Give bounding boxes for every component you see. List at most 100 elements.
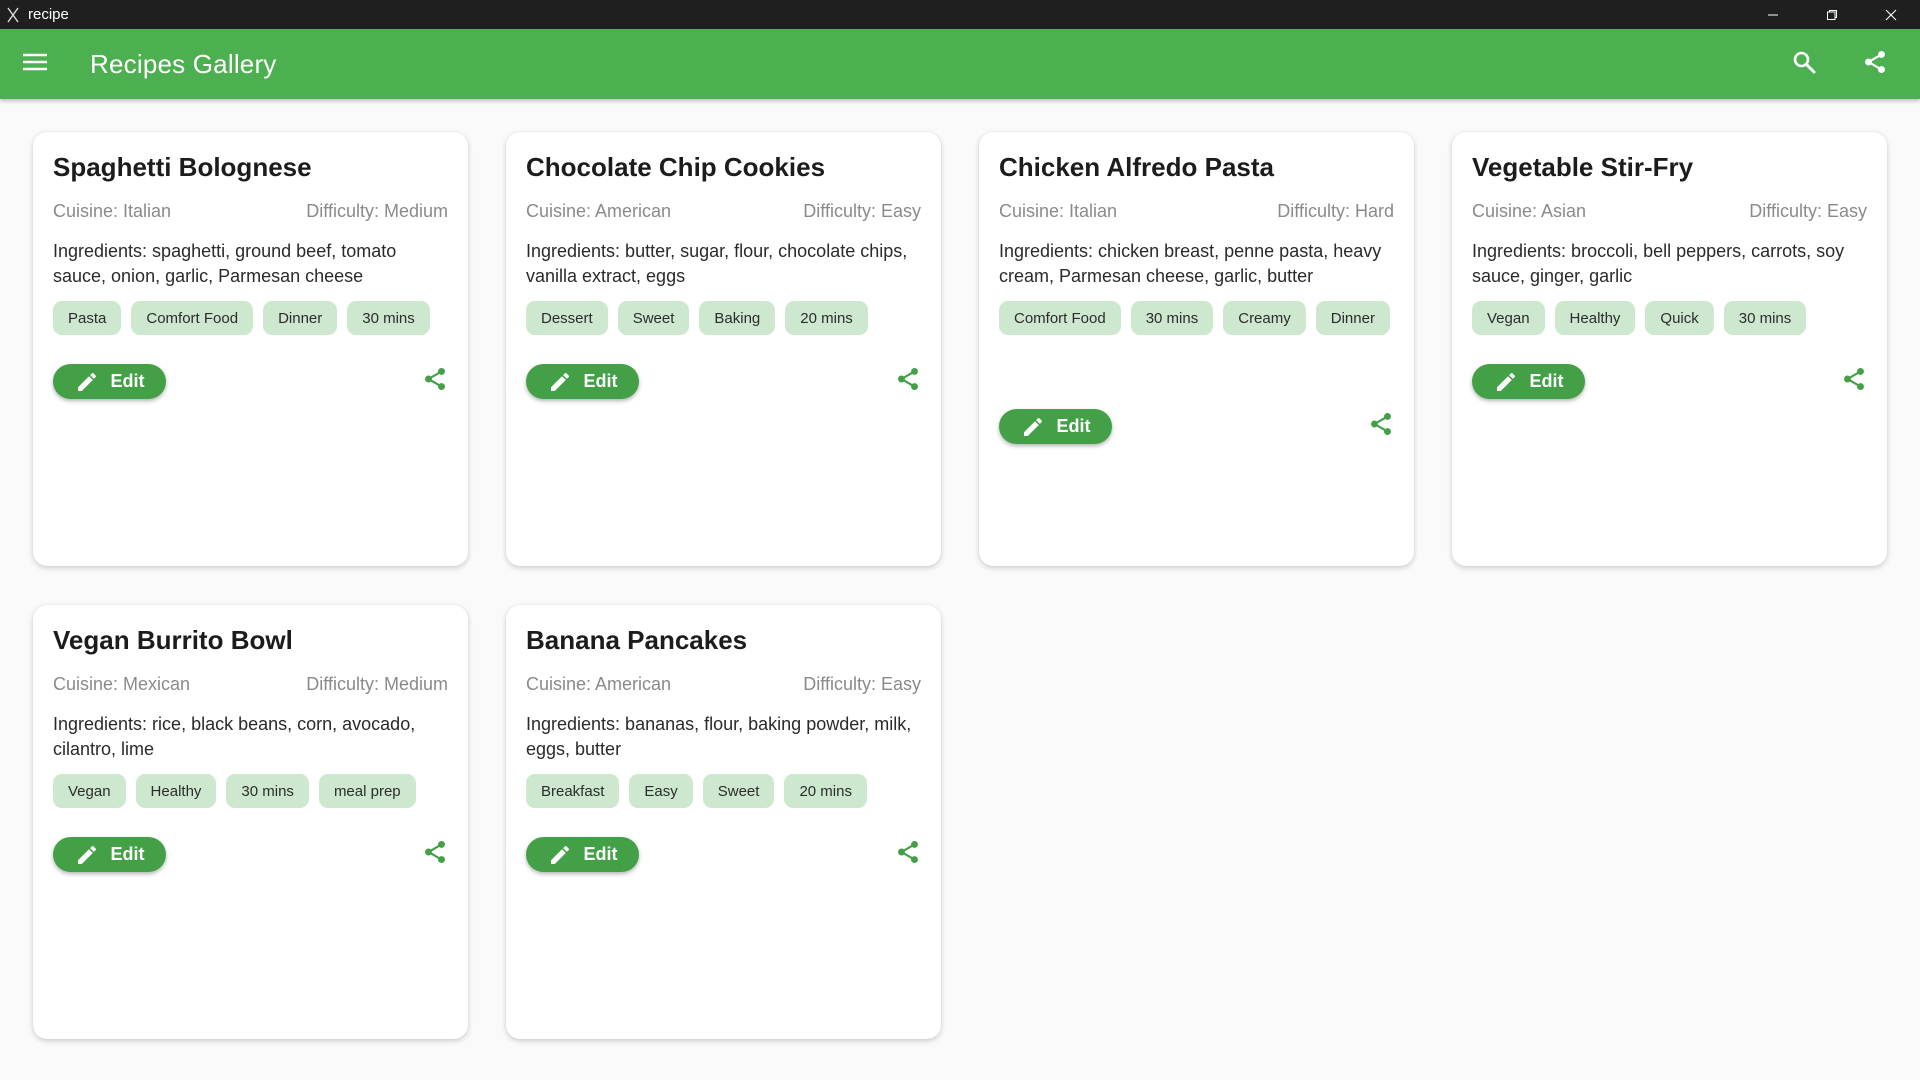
- recipe-ingredients: Ingredients: broccoli, bell peppers, car…: [1472, 241, 1845, 286]
- recipe-title: Vegan Burrito Bowl: [53, 625, 293, 655]
- recipe-title: Chicken Alfredo Pasta: [999, 152, 1275, 182]
- tag-chip[interactable]: Creamy: [1223, 301, 1306, 335]
- recipe-card: Spaghetti Bolognese Cuisine: Italian Dif…: [33, 132, 468, 566]
- recipe-cuisine: Cuisine: Italian: [999, 201, 1118, 221]
- share-icon: [1368, 411, 1394, 442]
- card-share-button[interactable]: [1364, 410, 1398, 444]
- search-icon: [1792, 50, 1816, 79]
- tag-chip[interactable]: Healthy: [1554, 301, 1636, 335]
- recipe-title: Vegetable Stir-Fry: [1472, 152, 1694, 182]
- recipe-card: Chicken Alfredo Pasta Cuisine: Italian D…: [979, 132, 1414, 566]
- tag-chip[interactable]: Vegan: [53, 774, 126, 808]
- tag-chip[interactable]: Healthy: [135, 774, 217, 808]
- tag-chip[interactable]: 30 mins: [1130, 301, 1214, 335]
- recipe-difficulty: Difficulty: Easy: [803, 674, 921, 694]
- minimize-button[interactable]: [1743, 0, 1802, 29]
- edit-label: Edit: [583, 371, 618, 391]
- recipe-difficulty: Difficulty: Medium: [306, 201, 448, 221]
- edit-button[interactable]: Edit: [53, 837, 166, 872]
- tag-list: Comfort Food 30 mins Creamy Dinner: [999, 301, 1398, 335]
- pencil-icon: [548, 843, 572, 867]
- share-icon: [1841, 366, 1867, 397]
- page-title: Recipes Gallery: [90, 49, 277, 79]
- tag-chip[interactable]: 30 mins: [1723, 301, 1807, 335]
- edit-label: Edit: [110, 371, 145, 391]
- recipe-card: Vegetable Stir-Fry Cuisine: Asian Diffic…: [1452, 132, 1887, 566]
- recipe-card: Vegan Burrito Bowl Cuisine: Mexican Diff…: [33, 605, 468, 1039]
- tag-chip[interactable]: Breakfast: [526, 774, 620, 808]
- tag-chip[interactable]: Pasta: [53, 301, 122, 335]
- search-button[interactable]: [1786, 46, 1822, 82]
- tag-list: Dessert Sweet Baking 20 mins: [526, 301, 925, 335]
- recipe-cuisine: Cuisine: Italian: [53, 201, 172, 221]
- pencil-icon: [1021, 415, 1045, 439]
- share-button[interactable]: [1857, 46, 1893, 82]
- tag-chip[interactable]: Sweet: [702, 774, 775, 808]
- card-share-button[interactable]: [418, 365, 452, 399]
- close-window-button[interactable]: [1861, 0, 1920, 29]
- tag-chip[interactable]: Vegan: [1472, 301, 1545, 335]
- tag-chip[interactable]: 20 mins: [784, 774, 867, 808]
- edit-label: Edit: [583, 844, 618, 864]
- app-bar: Recipes Gallery: [0, 29, 1920, 99]
- card-share-button[interactable]: [1837, 365, 1871, 399]
- recipe-title: Banana Pancakes: [526, 625, 748, 655]
- tag-chip[interactable]: Dinner: [1315, 301, 1390, 335]
- recipe-ingredients: Ingredients: spaghetti, ground beef, tom…: [53, 241, 397, 286]
- window-title: recipe: [28, 6, 69, 23]
- tag-chip[interactable]: 30 mins: [226, 774, 309, 808]
- edit-label: Edit: [1529, 371, 1564, 391]
- tag-chip[interactable]: Easy: [629, 774, 693, 808]
- edit-button[interactable]: Edit: [999, 409, 1112, 444]
- tag-chip[interactable]: Dinner: [263, 301, 338, 335]
- tag-chip[interactable]: Comfort Food: [131, 301, 254, 335]
- tag-chip[interactable]: Baking: [699, 301, 776, 335]
- tag-chip[interactable]: meal prep: [318, 774, 416, 808]
- recipe-title: Chocolate Chip Cookies: [526, 152, 826, 182]
- recipe-card: Banana Pancakes Cuisine: American Diffic…: [506, 605, 941, 1039]
- share-icon: [895, 839, 921, 870]
- pencil-icon: [548, 370, 572, 394]
- recipe-difficulty: Difficulty: Easy: [1749, 201, 1867, 221]
- pencil-icon: [1494, 370, 1518, 394]
- edit-button[interactable]: Edit: [526, 837, 639, 872]
- menu-icon: [23, 52, 47, 77]
- tag-chip[interactable]: Sweet: [617, 301, 690, 335]
- edit-label: Edit: [110, 844, 145, 864]
- edit-button[interactable]: Edit: [53, 364, 166, 399]
- tag-chip[interactable]: Quick: [1645, 301, 1714, 335]
- window-titlebar: recipe: [0, 0, 1920, 29]
- edit-button[interactable]: Edit: [1472, 364, 1585, 399]
- recipe-difficulty: Difficulty: Medium: [306, 674, 448, 694]
- pencil-icon: [75, 370, 99, 394]
- tag-list: Breakfast Easy Sweet 20 mins: [526, 774, 925, 808]
- recipe-cuisine: Cuisine: American: [526, 201, 672, 221]
- share-icon: [1862, 49, 1888, 80]
- recipe-cuisine: Cuisine: Mexican: [53, 674, 191, 694]
- menu-button[interactable]: [17, 46, 53, 82]
- recipe-cuisine: Cuisine: American: [526, 674, 672, 694]
- card-share-button[interactable]: [891, 365, 925, 399]
- share-icon: [422, 366, 448, 397]
- tag-chip[interactable]: Comfort Food: [999, 301, 1121, 335]
- recipe-difficulty: Difficulty: Easy: [803, 201, 921, 221]
- restore-button[interactable]: [1802, 0, 1861, 29]
- recipe-cuisine: Cuisine: Asian: [1472, 201, 1587, 221]
- tag-chip[interactable]: Dessert: [526, 301, 608, 335]
- tag-chip[interactable]: 20 mins: [785, 301, 868, 335]
- tag-chip[interactable]: 30 mins: [347, 301, 430, 335]
- share-icon: [895, 366, 921, 397]
- recipe-card: Chocolate Chip Cookies Cuisine: American…: [506, 132, 941, 566]
- recipe-difficulty: Difficulty: Hard: [1277, 201, 1394, 221]
- recipe-ingredients: Ingredients: butter, sugar, flour, choco…: [526, 241, 908, 286]
- tag-list: Vegan Healthy Quick 30 mins: [1472, 301, 1871, 335]
- recipe-title: Spaghetti Bolognese: [53, 152, 312, 182]
- tag-list: Pasta Comfort Food Dinner 30 mins: [53, 301, 452, 335]
- recipe-ingredients: Ingredients: rice, black beans, corn, av…: [53, 714, 416, 759]
- recipe-ingredients: Ingredients: bananas, flour, baking powd…: [526, 714, 912, 759]
- card-share-button[interactable]: [418, 838, 452, 872]
- card-share-button[interactable]: [891, 838, 925, 872]
- pencil-icon: [75, 843, 99, 867]
- edit-button[interactable]: Edit: [526, 364, 639, 399]
- share-icon: [422, 839, 448, 870]
